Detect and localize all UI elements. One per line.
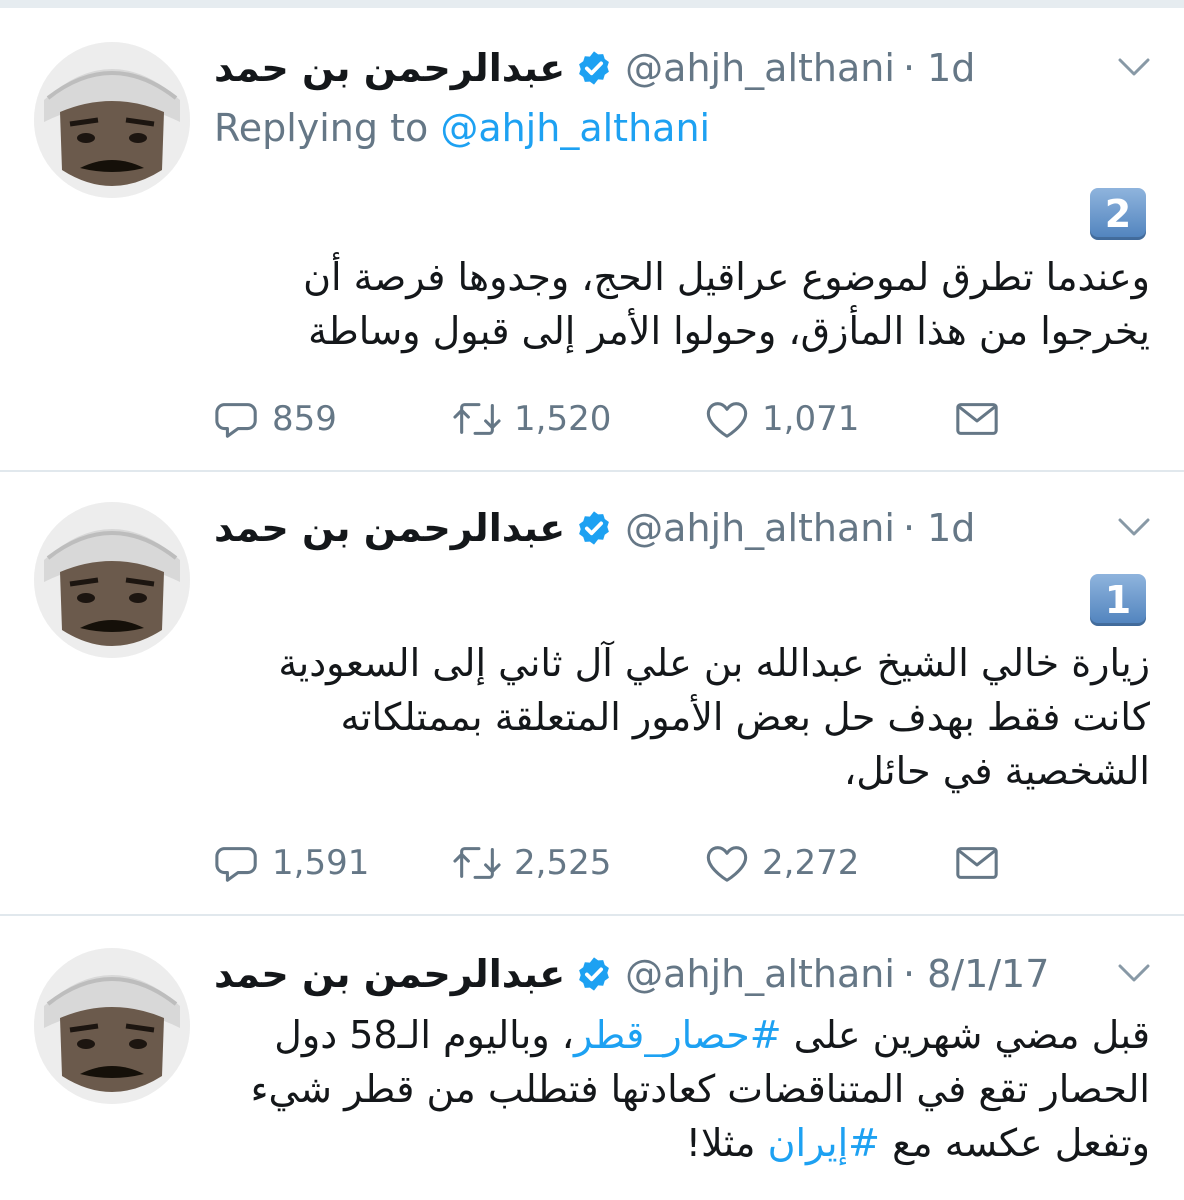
retweet-count: 2,525 (514, 843, 612, 883)
tweet-1[interactable]: عبدالرحمن بن حمد @ahjh_althani · 1d Repl… (0, 38, 1184, 470)
like-button[interactable]: 2,272 (704, 838, 859, 888)
tweet-text-line: وتفعل عكسه مع #إيران مثلا! (210, 1116, 1150, 1170)
like-count: 2,272 (762, 843, 860, 883)
tweet-header: عبدالرحمن بن حمد @ahjh_althani · 1d (214, 498, 1064, 558)
reply-count: 1,591 (272, 843, 370, 883)
author-name[interactable]: عبدالرحمن بن حمد (214, 506, 565, 550)
text-segment: مثلا! (685, 1121, 768, 1165)
replying-to-link[interactable]: @ahjh_althani (440, 106, 710, 150)
avatar-image (34, 948, 190, 1104)
text-segment: ، وباليوم الـ58 دول (274, 1013, 575, 1057)
text-segment: وتفعل عكسه مع (879, 1121, 1150, 1165)
number-badge: 1 (1090, 574, 1146, 626)
divider (0, 470, 1184, 472)
tweet-header: عبدالرحمن بن حمد @ahjh_althani · 1d (214, 38, 1064, 98)
hashtag-link[interactable]: #إيران (768, 1121, 880, 1165)
number-badge: 2 (1090, 188, 1146, 240)
like-icon (706, 846, 748, 882)
retweet-button[interactable]: 1,520 (452, 394, 611, 444)
like-icon (706, 402, 748, 438)
message-icon (956, 847, 998, 879)
tweet-text-line: وعندما تطرق لموضوع عراقيل الحج، وجدوها ف… (303, 255, 1150, 299)
avatar[interactable] (34, 502, 190, 658)
tweet-text-line: زيارة خالي الشيخ عبدالله بن علي آل ثاني … (278, 641, 1150, 685)
tweet-text-line: قبل مضي شهرين على #حصار_قطر، وباليوم الـ… (210, 1008, 1150, 1062)
chevron-down-icon[interactable] (1114, 512, 1154, 542)
verified-badge-icon (579, 511, 610, 545)
tweet-2[interactable]: عبدالرحمن بن حمد @ahjh_althani · 1d 1 زي… (0, 498, 1184, 912)
avatar[interactable] (34, 42, 190, 198)
replying-prefix: Replying to (214, 106, 441, 150)
retweet-icon (453, 847, 501, 879)
tweet-time[interactable]: · 1d (903, 46, 975, 90)
verified-badge-icon (579, 957, 610, 991)
tweet-text: قبل مضي شهرين على #حصار_قطر، وباليوم الـ… (210, 1008, 1150, 1170)
author-name[interactable]: عبدالرحمن بن حمد (214, 952, 565, 996)
tweet-text: وعندما تطرق لموضوع عراقيل الحج، وجدوها ف… (210, 250, 1150, 358)
message-button[interactable] (954, 838, 1012, 888)
tweet-header: عبدالرحمن بن حمد @ahjh_althani · 8/1/17 (214, 944, 1064, 1004)
tweet-text-line: الشخصية في حائل، (843, 749, 1150, 793)
reply-button[interactable]: 859 (214, 394, 337, 444)
top-border (0, 0, 1184, 8)
author-handle[interactable]: @ahjh_althani (625, 506, 895, 550)
replying-to: Replying to @ahjh_althani (214, 106, 710, 150)
tweet-actions: 1,591 2,525 2,272 (214, 838, 1004, 888)
tweet-time[interactable]: · 8/1/17 (903, 952, 1049, 996)
chevron-down-icon[interactable] (1114, 52, 1154, 82)
reply-button[interactable]: 1,591 (214, 838, 369, 888)
reply-icon (215, 403, 257, 438)
tweet-time[interactable]: · 1d (903, 506, 975, 550)
avatar-image (34, 42, 190, 198)
verified-badge-icon (579, 51, 610, 85)
tweet-text-line: الحصار تقع في المتناقضات كعادتها فتطلب م… (250, 1067, 1150, 1111)
author-handle[interactable]: @ahjh_althani (625, 46, 895, 90)
retweet-icon (453, 403, 501, 435)
chevron-down-icon[interactable] (1114, 958, 1154, 988)
tweet-text: زيارة خالي الشيخ عبدالله بن علي آل ثاني … (210, 636, 1150, 798)
tweet-text-line: كانت فقط بهدف حل بعض الأمور المتعلقة بمم… (340, 695, 1150, 739)
divider (0, 914, 1184, 916)
like-count: 1,071 (762, 399, 860, 439)
retweet-button[interactable]: 2,525 (452, 838, 611, 888)
reply-count: 859 (272, 399, 337, 439)
like-button[interactable]: 1,071 (704, 394, 859, 444)
message-icon (956, 403, 998, 435)
reply-icon (215, 847, 257, 882)
author-handle[interactable]: @ahjh_althani (625, 952, 895, 996)
tweet-actions: 859 1,520 1,071 (214, 394, 1004, 444)
avatar[interactable] (34, 948, 190, 1104)
tweet-text-line: يخرجوا من هذا المأزق، وحولوا الأمر إلى ق… (308, 309, 1150, 353)
avatar-image (34, 502, 190, 658)
author-name[interactable]: عبدالرحمن بن حمد (214, 46, 565, 90)
text-segment: قبل مضي شهرين على (781, 1013, 1150, 1057)
tweet-3[interactable]: عبدالرحمن بن حمد @ahjh_althani · 8/1/17 … (0, 944, 1184, 1200)
message-button[interactable] (954, 394, 1012, 444)
retweet-count: 1,520 (514, 399, 612, 439)
hashtag-link[interactable]: #حصار_قطر (574, 1013, 782, 1057)
